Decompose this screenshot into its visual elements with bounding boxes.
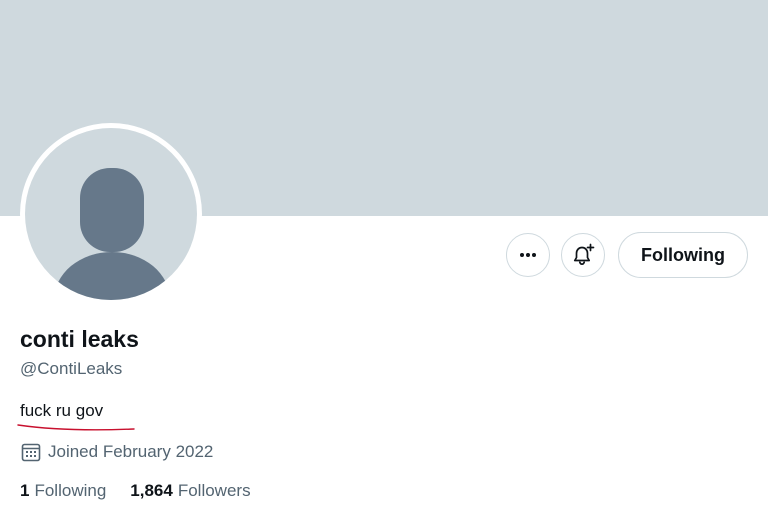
calendar-icon: [20, 441, 42, 463]
following-button[interactable]: Following: [618, 232, 748, 278]
avatar-placeholder: [25, 128, 197, 300]
followers-stat-link[interactable]: 1,864 Followers: [130, 481, 250, 501]
avatar[interactable]: [20, 123, 202, 305]
following-stat-link[interactable]: 1 Following: [20, 481, 106, 501]
profile-page: Following conti leaks @ContiLeaks fuck r…: [0, 0, 768, 507]
joined-date: Joined February 2022: [20, 441, 213, 463]
more-button[interactable]: [506, 233, 550, 277]
bell-plus-icon: [573, 243, 595, 266]
default-avatar-icon: [54, 168, 170, 300]
followers-count: 1,864: [130, 481, 173, 500]
bio-red-underline: [17, 424, 135, 431]
bio-text: fuck ru gov: [20, 401, 104, 420]
more-horizontal-icon: [520, 253, 536, 257]
followers-stat-label: Followers: [177, 481, 251, 500]
joined-text: Joined February 2022: [48, 442, 214, 461]
follow-stats: 1 Following 1,864 Followers: [20, 481, 275, 501]
following-count: 1: [20, 481, 30, 500]
user-handle: @ContiLeaks: [20, 359, 123, 378]
notifications-button[interactable]: [561, 233, 605, 277]
display-name: conti leaks: [20, 326, 139, 352]
following-stat-label: Following: [34, 481, 107, 500]
